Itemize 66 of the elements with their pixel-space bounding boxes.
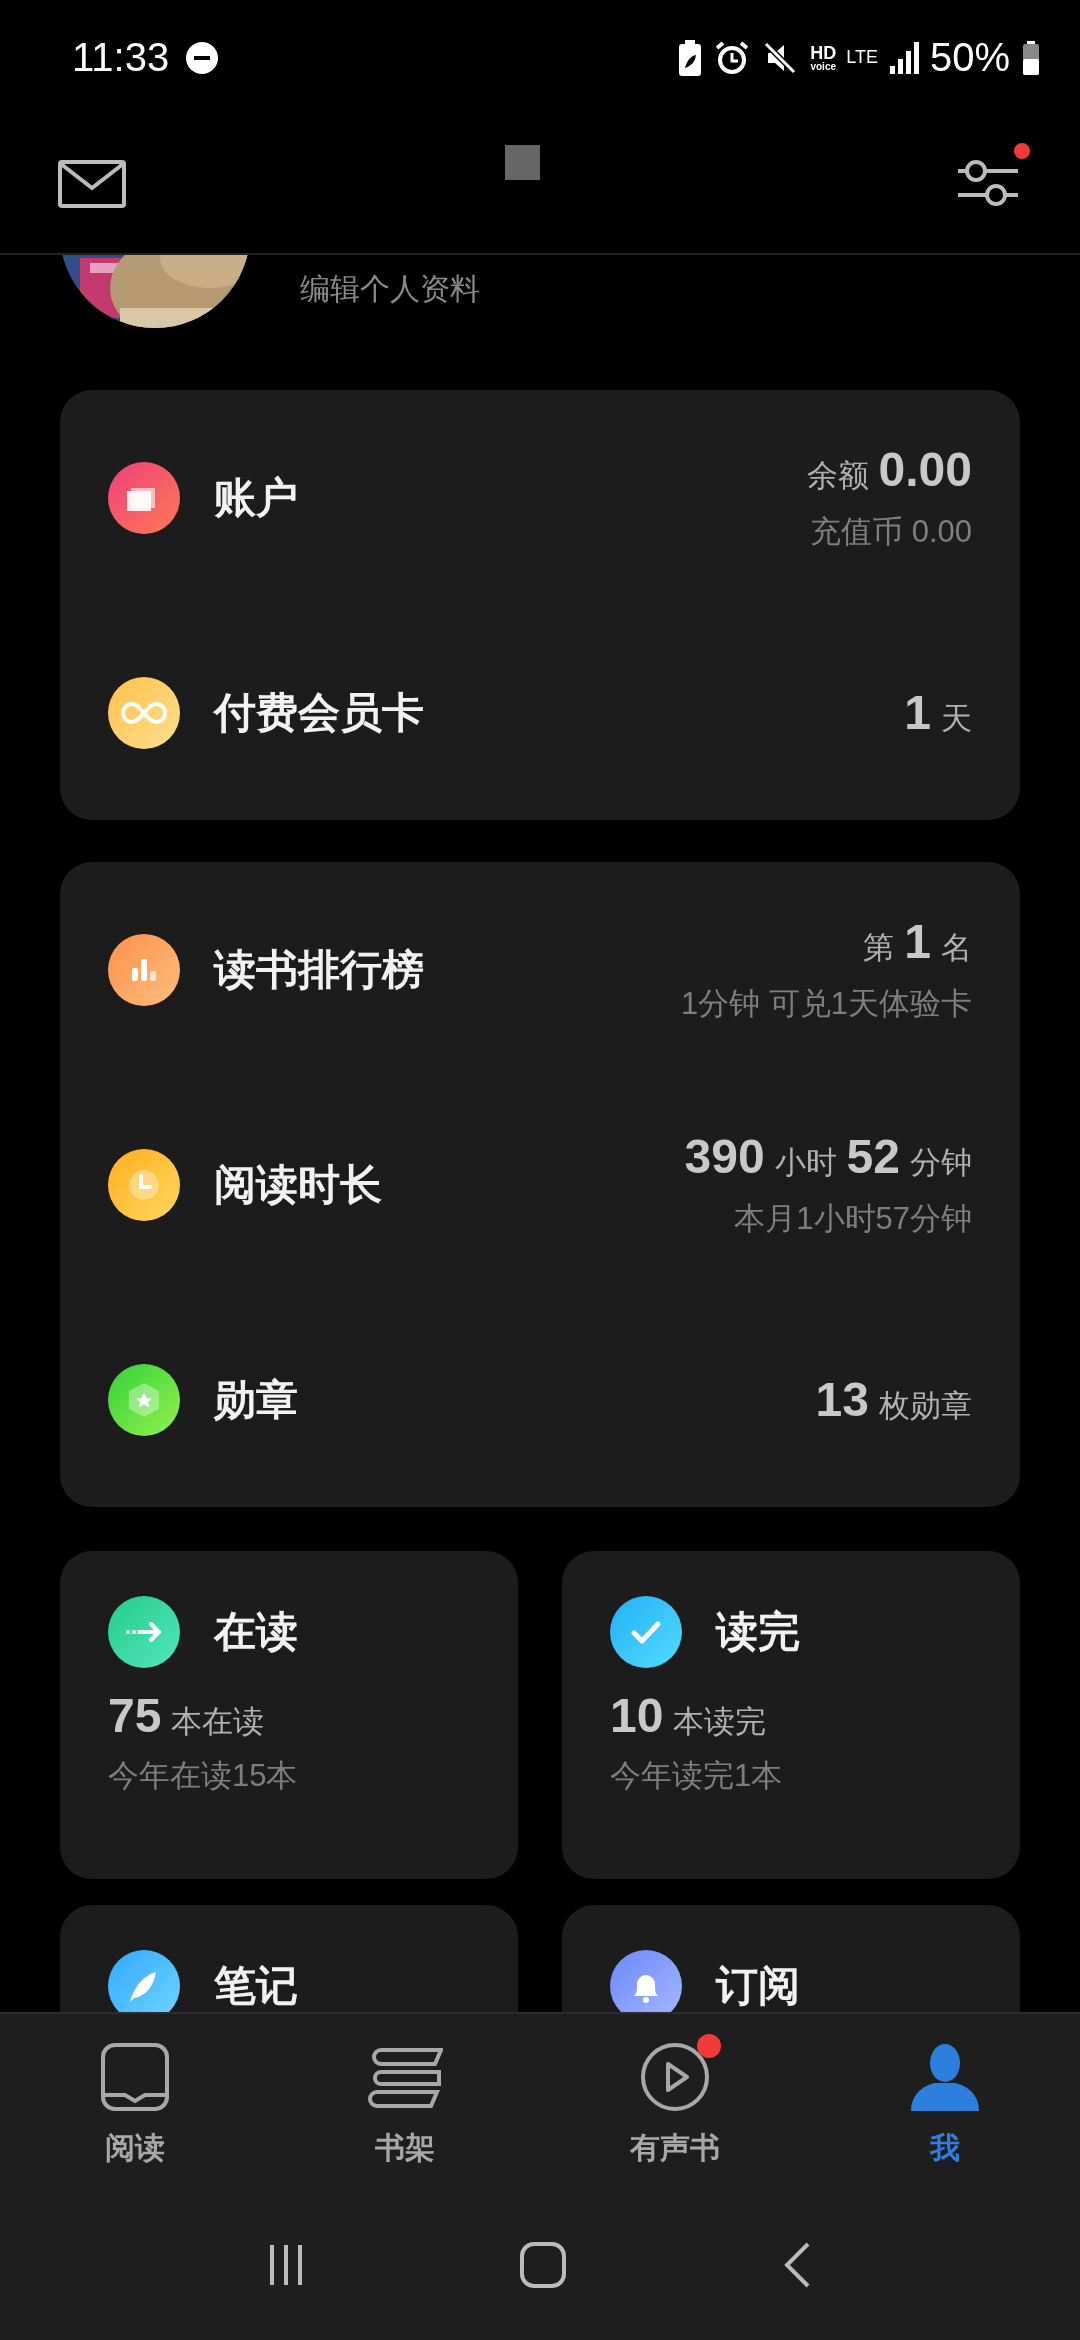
battery-percent: 50% [929, 35, 1010, 80]
card-title: 笔记 [214, 1961, 298, 2011]
voice-label: voice [810, 61, 837, 72]
person-icon [909, 2041, 981, 2113]
feather-icon [108, 1950, 180, 2012]
infinity-icon [108, 676, 180, 749]
nav-tab[interactable]: 阅读 [0, 2014, 270, 2190]
battery-icon [1022, 40, 1040, 75]
card-title: 在读 [214, 1607, 298, 1657]
value-number: 13 [815, 1372, 869, 1427]
back-button[interactable] [783, 2242, 812, 2288]
clock-icon [108, 1148, 180, 1221]
book-count: 75 [108, 1688, 162, 1743]
clock-time: 11:33 [72, 35, 170, 80]
count-unit: 本读完 [673, 1703, 767, 1741]
row-note: 本月1小时57分钟 [734, 1200, 972, 1238]
value-number: 0.00 [878, 442, 972, 497]
value-number: 52 [846, 1129, 900, 1184]
stat-card[interactable]: 笔记 [60, 1905, 518, 2012]
cards-icon [108, 461, 180, 534]
play-icon [639, 2041, 711, 2113]
value-unit: 余额 [806, 457, 869, 495]
count-unit: 本在读 [171, 1703, 265, 1741]
value-number: 1 [904, 685, 931, 740]
value-unit: 枚勋章 [879, 1387, 972, 1425]
card-note: 今年在读15本 [108, 1757, 299, 1795]
row-title[interactable]: 账户 [214, 469, 298, 526]
shelf-icon [367, 2046, 443, 2108]
square-mark [505, 145, 540, 180]
stat-card[interactable]: 订阅 [562, 1905, 1020, 2012]
card-note: 今年读完1本 [610, 1757, 784, 1795]
row-note: 1分钟 可兑1天体验卡 [680, 985, 972, 1023]
value-unit: 小时 [774, 1144, 837, 1182]
home-button[interactable] [520, 2242, 566, 2288]
row-title[interactable]: 勋章 [214, 1371, 298, 1428]
card-title: 订阅 [716, 1961, 800, 2011]
stat-card[interactable]: 在读 75 本在读 今年在读15本 [60, 1551, 518, 1879]
lte-label: LTE [846, 47, 878, 68]
bar-chart-icon [108, 933, 180, 1006]
value-number: 390 [684, 1129, 765, 1184]
mail-icon[interactable] [58, 160, 126, 208]
value-number: 1 [904, 914, 931, 969]
value-unit: 名 [941, 929, 972, 967]
row-note: 充值币 0.00 [810, 513, 972, 551]
book-icon [99, 2041, 171, 2113]
row-title[interactable]: 付费会员卡 [214, 684, 424, 741]
do-not-disturb-icon [185, 40, 220, 75]
check-icon [610, 1596, 682, 1668]
nav-tab[interactable]: 有声书 [540, 2014, 810, 2190]
value-unit: 分钟 [910, 1144, 972, 1182]
recent-apps-button[interactable] [268, 2243, 303, 2287]
nav-tab[interactable]: 我 [810, 2014, 1080, 2190]
alarm-icon [714, 39, 751, 76]
card-title: 读完 [716, 1607, 800, 1657]
signal-icon [889, 41, 920, 74]
value-unit: 天 [941, 700, 972, 738]
nav-tab[interactable]: 书架 [270, 2014, 540, 2190]
battery-saver-icon [678, 39, 703, 76]
row-title[interactable]: 读书排行榜 [214, 941, 424, 998]
stat-card[interactable]: 读完 10 本读完 今年读完1本 [562, 1551, 1020, 1879]
book-count: 10 [610, 1688, 664, 1743]
row-title[interactable]: 阅读时长 [214, 1156, 382, 1213]
bell-icon [610, 1950, 682, 2012]
value-unit: 第 [863, 929, 895, 967]
edit-profile-link[interactable]: 编辑个人资料 [300, 255, 480, 309]
hd-label: HD [810, 43, 837, 62]
